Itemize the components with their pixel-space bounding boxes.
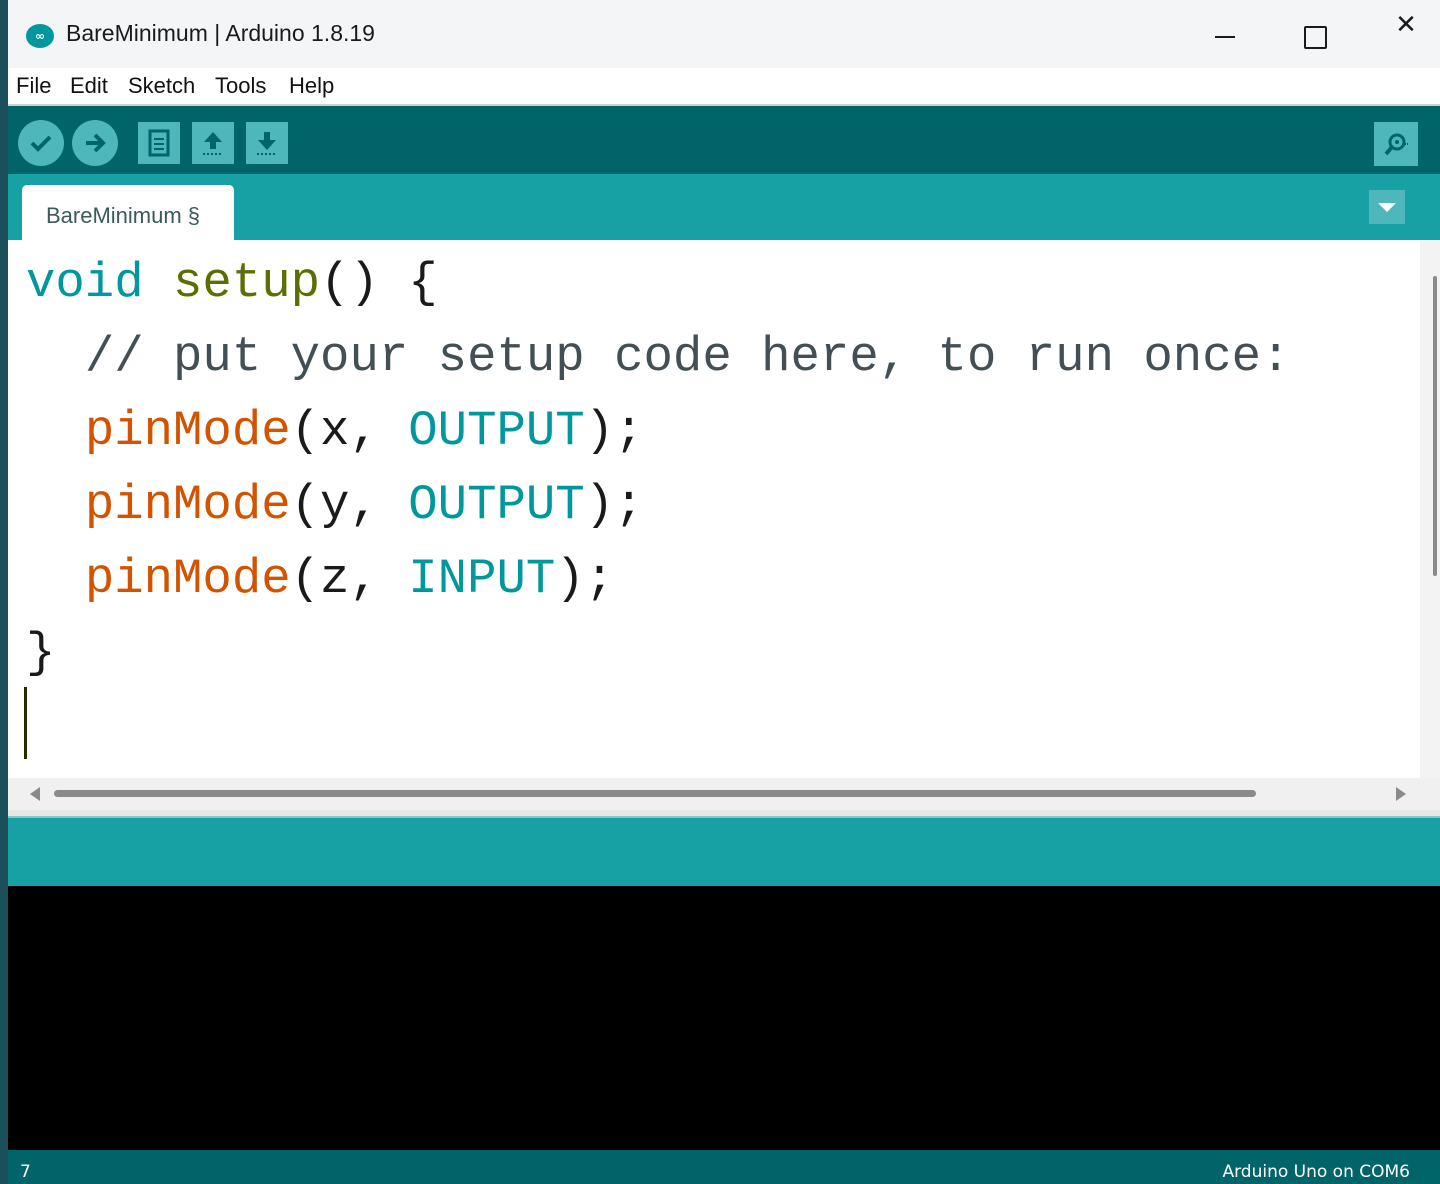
title-bar[interactable]: ∞ BareMinimum | Arduino 1.8.19 ✕: [8, 0, 1440, 68]
toolbar: [8, 106, 1440, 174]
code-line-6: }: [26, 625, 56, 681]
open-icon: [203, 132, 223, 155]
code-punctuation: () {: [320, 255, 438, 311]
tab-menu-button[interactable]: [1369, 190, 1405, 224]
code-args: (z,: [290, 551, 409, 607]
code-line-1: void setup() {: [26, 255, 438, 311]
function-pinmode: pinMode: [84, 551, 291, 607]
menu-tools[interactable]: Tools: [215, 73, 266, 99]
code-args: (y,: [290, 477, 409, 533]
upload-button[interactable]: [72, 120, 118, 166]
menu-bar: File Edit Sketch Tools Help: [8, 68, 1440, 106]
function-pinmode: pinMode: [84, 403, 291, 459]
code-line-2: // put your setup code here, to run once…: [26, 329, 1291, 385]
scroll-right-arrow-icon[interactable]: [1396, 787, 1406, 801]
code-args: (x,: [290, 403, 409, 459]
vertical-scroll-thumb[interactable]: [1433, 276, 1437, 576]
close-icon: ✕: [1395, 10, 1417, 40]
code-punctuation: );: [584, 403, 644, 459]
code-editor[interactable]: void setup() { // put your setup code he…: [8, 240, 1440, 778]
footer-bar: 7 Arduino Uno on COM6: [8, 1150, 1440, 1184]
verify-button[interactable]: [18, 120, 64, 166]
serial-monitor-button[interactable]: [1374, 122, 1418, 166]
code-punctuation: );: [584, 477, 644, 533]
new-button[interactable]: [138, 122, 180, 164]
tab-strip: BareMinimum §: [8, 174, 1440, 240]
function-pinmode: pinMode: [84, 477, 291, 533]
new-icon: [148, 129, 170, 157]
horizontal-scroll-thumb[interactable]: [54, 790, 1256, 797]
scroll-left-arrow-icon[interactable]: [30, 787, 40, 801]
save-button[interactable]: [246, 122, 288, 164]
vertical-scrollbar[interactable]: [1420, 240, 1440, 778]
menu-help[interactable]: Help: [289, 73, 334, 99]
menu-edit[interactable]: Edit: [70, 73, 108, 99]
open-button[interactable]: [192, 122, 234, 164]
minimize-button[interactable]: [1196, 10, 1252, 60]
constant-output: OUTPUT: [408, 477, 585, 533]
save-icon: [257, 132, 277, 155]
console-output[interactable]: [8, 886, 1440, 1150]
cursor-line-number: 7: [20, 1162, 31, 1182]
arduino-logo-icon: ∞: [26, 24, 54, 48]
tab-label: BareMinimum §: [46, 203, 201, 228]
ide-window: ∞ BareMinimum | Arduino 1.8.19 ✕ File Ed…: [8, 0, 1440, 1184]
function-setup: setup: [173, 255, 321, 311]
text-caret: [24, 687, 27, 759]
constant-output: OUTPUT: [408, 403, 585, 459]
upload-icon: [86, 133, 106, 153]
message-area: [8, 816, 1440, 886]
horizontal-scrollbar[interactable]: [8, 778, 1440, 810]
keyword-void: void: [26, 255, 144, 311]
menu-sketch[interactable]: Sketch: [128, 73, 195, 99]
code-punctuation: );: [555, 551, 615, 607]
constant-input: INPUT: [408, 551, 556, 607]
tab-bareminimum[interactable]: BareMinimum §: [22, 185, 234, 240]
maximize-button[interactable]: [1286, 10, 1342, 60]
menu-file[interactable]: File: [16, 73, 51, 99]
serial-monitor-icon: [1384, 133, 1409, 156]
code-line-4: pinMode(y, OUTPUT);: [26, 477, 644, 533]
code-comment: // put your setup code here, to run once…: [84, 329, 1291, 385]
close-button[interactable]: ✕: [1378, 10, 1434, 60]
verify-icon: [30, 135, 52, 152]
board-port-label: Arduino Uno on COM6: [1222, 1162, 1410, 1182]
code-line-5: pinMode(z, INPUT);: [26, 551, 614, 607]
code-line-3: pinMode(x, OUTPUT);: [26, 403, 644, 459]
window-title: BareMinimum | Arduino 1.8.19: [66, 20, 375, 46]
